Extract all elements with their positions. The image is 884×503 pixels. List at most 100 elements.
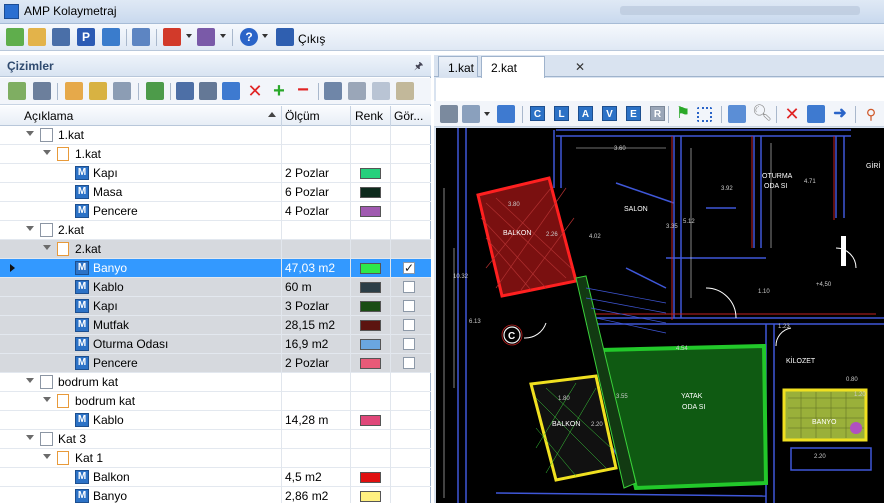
visible-checkbox[interactable]: ✓ bbox=[403, 262, 415, 274]
tree-row[interactable]: 1.kat bbox=[0, 145, 431, 164]
visible-checkbox[interactable] bbox=[403, 338, 415, 350]
close-icon[interactable]: ✕ bbox=[575, 60, 585, 74]
tree-row[interactable]: bodrum kat bbox=[0, 392, 431, 411]
print-icon[interactable] bbox=[324, 82, 342, 100]
tree-row[interactable]: M Kablo 60 m bbox=[0, 278, 431, 297]
collapse-arrow-icon[interactable] bbox=[43, 454, 51, 459]
pin-icon[interactable]: 🖈 bbox=[414, 59, 423, 76]
tree-row[interactable]: 1.kat bbox=[0, 126, 431, 145]
collapse-arrow-icon[interactable] bbox=[26, 435, 34, 440]
arrow-right-icon[interactable]: ➜ bbox=[831, 105, 849, 123]
paste-icon[interactable] bbox=[396, 82, 414, 100]
view-icon[interactable] bbox=[462, 105, 480, 123]
import-icon[interactable] bbox=[8, 82, 26, 100]
tree-row[interactable]: M Banyo 2,86 m2 bbox=[0, 487, 431, 503]
window-icon[interactable] bbox=[176, 82, 194, 100]
color-swatch[interactable] bbox=[360, 301, 381, 312]
chevron-down-icon[interactable] bbox=[484, 112, 490, 116]
new-folder-icon[interactable] bbox=[65, 82, 83, 100]
color-swatch[interactable] bbox=[360, 168, 381, 179]
collapse-arrow-icon[interactable] bbox=[26, 378, 34, 383]
color-swatch[interactable] bbox=[360, 263, 381, 274]
color-swatch[interactable] bbox=[360, 320, 381, 331]
cad-letter-button[interactable]: L bbox=[554, 106, 569, 121]
add-icon[interactable]: + bbox=[270, 81, 288, 101]
window-icon[interactable] bbox=[497, 105, 515, 123]
collapse-arrow-icon[interactable] bbox=[43, 397, 51, 402]
tree-row[interactable]: M Oturma Odası 16,9 m2 bbox=[0, 335, 431, 354]
tree-row[interactable]: M Pencere 4 Pozlar bbox=[0, 202, 431, 221]
visible-checkbox[interactable] bbox=[403, 319, 415, 331]
tree-row[interactable]: M Kablo 14,28 m bbox=[0, 411, 431, 430]
tree-icon[interactable] bbox=[113, 82, 131, 100]
select-rect-icon[interactable] bbox=[697, 107, 712, 122]
tree-row[interactable]: M Pencere 2 Pozlar bbox=[0, 354, 431, 373]
col-olcum[interactable]: Ölçüm bbox=[285, 109, 320, 123]
tab-2kat[interactable]: 2.kat ✕ bbox=[481, 56, 585, 78]
tree-row[interactable]: M Kapı 3 Pozlar bbox=[0, 297, 431, 316]
copy-icon[interactable] bbox=[372, 82, 390, 100]
color-swatch[interactable] bbox=[360, 358, 381, 369]
flag-icon[interactable]: ⚑ bbox=[674, 105, 692, 123]
color-swatch[interactable] bbox=[360, 187, 381, 198]
delete-icon[interactable]: ✕ bbox=[783, 105, 801, 123]
remove-icon[interactable]: − bbox=[294, 80, 312, 100]
col-renk[interactable]: Renk bbox=[355, 109, 383, 123]
book-icon[interactable] bbox=[163, 28, 181, 46]
tree-row[interactable]: Kat 1 bbox=[0, 449, 431, 468]
tree-row[interactable]: M Kapı 2 Pozlar bbox=[0, 164, 431, 183]
color-swatch[interactable] bbox=[360, 339, 381, 350]
printer-icon[interactable] bbox=[440, 105, 458, 123]
visible-checkbox[interactable] bbox=[403, 300, 415, 312]
color-swatch[interactable] bbox=[360, 206, 381, 217]
add-folder-icon[interactable] bbox=[89, 82, 107, 100]
collapse-arrow-icon[interactable] bbox=[26, 131, 34, 136]
page-refresh-icon[interactable] bbox=[146, 82, 164, 100]
color-swatch[interactable] bbox=[360, 491, 381, 502]
chevron-down-icon[interactable] bbox=[262, 34, 268, 38]
collapse-arrow-icon[interactable] bbox=[26, 226, 34, 231]
copy-window-icon[interactable] bbox=[222, 82, 240, 100]
close-doc-icon[interactable] bbox=[348, 82, 366, 100]
col-gorunur[interactable]: Gör... bbox=[394, 109, 423, 123]
exit-icon[interactable] bbox=[276, 28, 294, 46]
collapse-arrow-icon[interactable] bbox=[43, 150, 51, 155]
open-folder-icon[interactable] bbox=[28, 28, 46, 46]
chevron-down-icon[interactable] bbox=[220, 34, 226, 38]
exit-button[interactable]: Çıkış bbox=[298, 32, 325, 46]
col-aciklama[interactable]: Açıklama bbox=[24, 109, 73, 123]
screen-icon[interactable] bbox=[102, 28, 120, 46]
tree-row[interactable]: 2.kat bbox=[0, 240, 431, 259]
color-swatch[interactable] bbox=[360, 282, 381, 293]
collapse-arrow-icon[interactable] bbox=[43, 245, 51, 250]
swap-icon[interactable] bbox=[728, 105, 746, 123]
copy-window-icon[interactable] bbox=[807, 105, 825, 123]
help-icon[interactable]: ? bbox=[240, 28, 258, 46]
cad-letter-button[interactable]: R bbox=[650, 106, 665, 121]
grid-dots-icon[interactable] bbox=[52, 28, 70, 46]
color-swatch[interactable] bbox=[360, 472, 381, 483]
delete-icon[interactable]: ✕ bbox=[246, 82, 264, 100]
layout-icon[interactable] bbox=[132, 28, 150, 46]
refresh-icon[interactable] bbox=[6, 28, 24, 46]
visible-checkbox[interactable] bbox=[403, 357, 415, 369]
cad-letter-button[interactable]: C bbox=[530, 106, 545, 121]
cad-letter-button[interactable]: E bbox=[626, 106, 641, 121]
tree-row[interactable]: M Banyo 47,03 m2 ✓ bbox=[0, 259, 431, 278]
tree-row[interactable]: M Mutfak 28,15 m2 bbox=[0, 316, 431, 335]
tree-row[interactable]: Kat 3 bbox=[0, 430, 431, 449]
tree-row[interactable]: 2.kat bbox=[0, 221, 431, 240]
tree-row[interactable]: M Balkon 4,5 m2 bbox=[0, 468, 431, 487]
tab-1kat[interactable]: 1.kat bbox=[438, 56, 478, 77]
tree-row[interactable]: bodrum kat bbox=[0, 373, 431, 392]
list-icon[interactable] bbox=[197, 28, 215, 46]
zoom-icon[interactable]: 🔍︎ bbox=[752, 105, 772, 123]
details-icon[interactable] bbox=[199, 82, 217, 100]
edit-icon[interactable] bbox=[33, 82, 51, 100]
chevron-down-icon[interactable] bbox=[186, 34, 192, 38]
color-swatch[interactable] bbox=[360, 415, 381, 426]
tree-row[interactable]: M Masa 6 Pozlar bbox=[0, 183, 431, 202]
cad-letter-button[interactable]: A bbox=[578, 106, 593, 121]
visible-checkbox[interactable] bbox=[403, 281, 415, 293]
cad-canvas[interactable]: SALON OTURMA ODA SI GİRİ BALKON YATAK OD… bbox=[436, 128, 884, 503]
